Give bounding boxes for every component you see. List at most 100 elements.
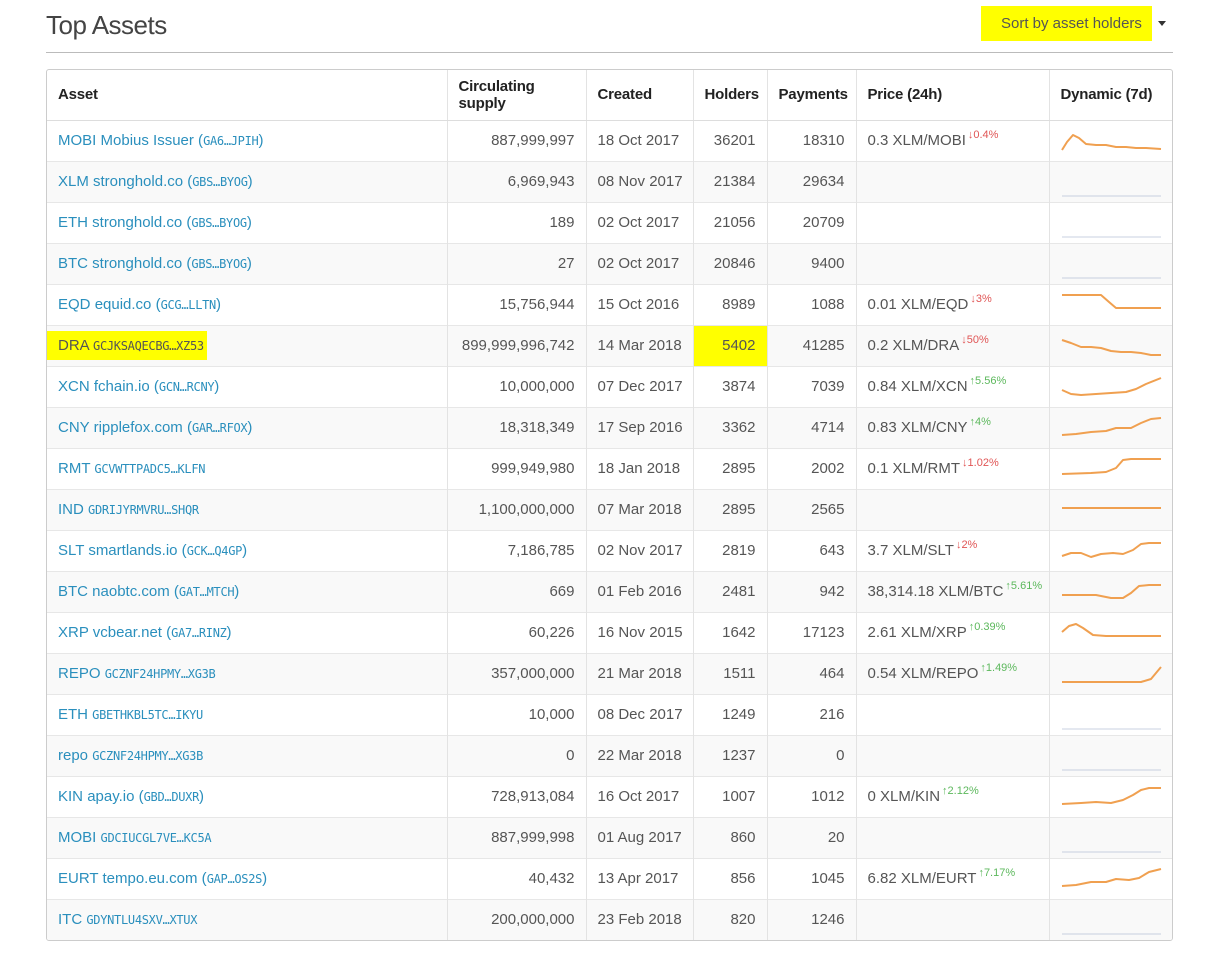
asset-code[interactable]: BTC — [58, 583, 88, 600]
asset-domain[interactable]: stronghold.co — [93, 173, 183, 190]
table-row[interactable]: BTC naobtc.com (GAT…MTCH) 669 01 Feb 2016 2… — [47, 570, 1172, 612]
table-row[interactable]: XCN fchain.io (GCN…RCNY) 10,000,000 07 Dec… — [47, 365, 1172, 407]
column-header-holders[interactable]: Holders — [693, 70, 768, 121]
asset-code[interactable]: EURT — [58, 870, 98, 887]
asset-code[interactable]: DRA — [58, 337, 89, 354]
table-row[interactable]: KIN apay.io (GBD…DUXR) 728,913,084 16 Oct … — [47, 775, 1172, 817]
column-header-created[interactable]: Created — [586, 70, 694, 121]
asset-issuer[interactable]: GAP…OS2S — [207, 872, 263, 886]
asset-link[interactable]: XLM stronghold.co (GBS…BYOG) — [58, 173, 253, 190]
asset-code[interactable]: XCN — [58, 378, 90, 395]
asset-code[interactable]: SLT — [58, 542, 84, 559]
asset-code[interactable]: REPO — [58, 665, 101, 682]
asset-domain[interactable]: smartlands.io — [88, 542, 177, 559]
asset-code[interactable]: MOBI — [58, 132, 96, 149]
asset-domain[interactable]: ripplefox.com — [94, 419, 183, 436]
asset-domain[interactable]: vcbear.net — [93, 624, 162, 641]
asset-code[interactable]: repo — [58, 747, 88, 764]
asset-code[interactable]: IND — [58, 501, 84, 518]
caret-down-icon[interactable] — [1157, 21, 1166, 26]
asset-domain[interactable]: tempo.eu.com — [102, 870, 197, 887]
asset-link[interactable]: EURT tempo.eu.com (GAP…OS2S) — [58, 870, 267, 887]
table-row[interactable]: XRP vcbear.net (GA7…RINZ) 60,226 16 Nov 20… — [47, 611, 1172, 653]
asset-issuer[interactable]: GCVWTTPADC5…KLFN — [94, 462, 205, 476]
asset-link[interactable]: XRP vcbear.net (GA7…RINZ) — [58, 624, 232, 641]
table-row[interactable]: DRA GCJKSAQECBG…XZ53 899,999,996,742 14 Ma… — [47, 324, 1172, 366]
column-header-payments[interactable]: Payments — [767, 70, 857, 121]
asset-link[interactable]: KIN apay.io (GBD…DUXR) — [58, 788, 204, 805]
asset-link[interactable]: CNY ripplefox.com (GAR…RFOX) — [58, 419, 252, 436]
table-row[interactable]: XLM stronghold.co (GBS…BYOG) 6,969,943 08 … — [47, 160, 1172, 202]
sort-dropdown[interactable]: Sort by asset holders — [981, 6, 1166, 41]
asset-issuer[interactable]: GA6…JPIH — [203, 134, 259, 148]
asset-link[interactable]: repo GCZNF24HPMY…XG3B — [58, 747, 203, 764]
table-row[interactable]: EURT tempo.eu.com (GAP…OS2S) 40,432 13 Apr… — [47, 857, 1172, 899]
asset-issuer[interactable]: GBS…BYOG — [191, 257, 247, 271]
table-row[interactable]: REPO GCZNF24HPMY…XG3B 357,000,000 21 Mar 2… — [47, 652, 1172, 694]
table-row[interactable]: ETH stronghold.co (GBS…BYOG) 189 02 Oct 20… — [47, 201, 1172, 243]
column-header-price[interactable]: Price (24h) — [856, 70, 1050, 121]
asset-link[interactable]: MOBI GDCIUCGL7VE…KC5A — [58, 829, 212, 846]
asset-link[interactable]: BTC naobtc.com (GAT…MTCH) — [58, 583, 239, 600]
asset-link[interactable]: BTC stronghold.co (GBS…BYOG) — [58, 255, 252, 272]
asset-link[interactable]: ETH GBETHKBL5TC…IKYU — [58, 706, 203, 723]
sort-button[interactable]: Sort by asset holders — [981, 6, 1152, 41]
asset-code[interactable]: KIN — [58, 788, 83, 805]
table-row[interactable]: IND GDRIJYRMVRU…SHQR 1,100,000,000 07 Mar … — [47, 488, 1172, 530]
asset-code[interactable]: BTC — [58, 255, 88, 272]
asset-issuer[interactable]: GA7…RINZ — [171, 626, 227, 640]
table-row[interactable]: RMT GCVWTTPADC5…KLFN 999,949,980 18 Jan 20… — [47, 447, 1172, 489]
asset-issuer[interactable]: GDYNTLU4SXV…XTUX — [86, 913, 197, 927]
table-row[interactable]: repo GCZNF24HPMY…XG3B 0 22 Mar 2018 1237 0 — [47, 734, 1172, 776]
asset-issuer[interactable]: GDRIJYRMVRU…SHQR — [88, 503, 199, 517]
asset-issuer[interactable]: GCK…Q4GP — [187, 544, 243, 558]
asset-issuer[interactable]: GCZNF24HPMY…XG3B — [105, 667, 216, 681]
asset-link[interactable]: REPO GCZNF24HPMY…XG3B — [58, 665, 216, 682]
asset-issuer[interactable]: GCZNF24HPMY…XG3B — [92, 749, 203, 763]
asset-domain[interactable]: naobtc.com — [92, 583, 170, 600]
table-row[interactable]: EQD equid.co (GCG…LLTN) 15,756,944 15 Oct … — [47, 283, 1172, 325]
asset-code[interactable]: CNY — [58, 419, 89, 436]
table-row[interactable]: ETH GBETHKBL5TC…IKYU 10,000 08 Dec 2017 124… — [47, 693, 1172, 735]
asset-domain[interactable]: fchain.io — [94, 378, 150, 395]
table-row[interactable]: MOBI GDCIUCGL7VE…KC5A 887,999,998 01 Aug 2… — [47, 816, 1172, 858]
asset-issuer[interactable]: GCG…LLTN — [161, 298, 217, 312]
asset-link[interactable]: XCN fchain.io (GCN…RCNY) — [58, 378, 219, 395]
asset-code[interactable]: EQD — [58, 296, 91, 313]
asset-link[interactable]: DRA GCJKSAQECBG…XZ53 — [47, 331, 207, 360]
asset-code[interactable]: XRP — [58, 624, 89, 641]
asset-issuer[interactable]: GAT…MTCH — [179, 585, 235, 599]
asset-issuer[interactable]: GCN…RCNY — [159, 380, 215, 394]
column-header-dynamic[interactable]: Dynamic (7d) — [1049, 70, 1172, 121]
asset-link[interactable]: IND GDRIJYRMVRU…SHQR — [58, 501, 199, 518]
asset-issuer[interactable]: GBS…BYOG — [191, 216, 247, 230]
asset-domain[interactable]: Mobius Issuer — [101, 132, 194, 149]
asset-issuer[interactable]: GBETHKBL5TC…IKYU — [92, 708, 203, 722]
asset-code[interactable]: RMT — [58, 460, 90, 477]
table-row[interactable]: SLT smartlands.io (GCK…Q4GP) 7,186,785 02 … — [47, 529, 1172, 571]
asset-domain[interactable]: equid.co — [95, 296, 152, 313]
column-header-supply[interactable]: Circulating supply — [447, 70, 587, 121]
asset-domain[interactable]: stronghold.co — [92, 255, 182, 272]
asset-code[interactable]: MOBI — [58, 829, 96, 846]
table-row[interactable]: CNY ripplefox.com (GAR…RFOX) 18,318,349 17… — [47, 406, 1172, 448]
asset-code[interactable]: XLM — [58, 173, 89, 190]
asset-code[interactable]: ETH — [58, 706, 88, 723]
asset-domain[interactable]: stronghold.co — [92, 214, 182, 231]
asset-link[interactable]: EQD equid.co (GCG…LLTN) — [58, 296, 221, 313]
table-row[interactable]: ITC GDYNTLU4SXV…XTUX 200,000,000 23 Feb 20… — [47, 898, 1172, 940]
asset-link[interactable]: MOBI Mobius Issuer (GA6…JPIH) — [58, 132, 263, 149]
asset-issuer[interactable]: GDCIUCGL7VE…KC5A — [101, 831, 212, 845]
table-row[interactable]: BTC stronghold.co (GBS…BYOG) 27 02 Oct 201… — [47, 242, 1172, 284]
table-row[interactable]: MOBI Mobius Issuer (GA6…JPIH) 887,999,997… — [47, 119, 1172, 161]
asset-code[interactable]: ITC — [58, 911, 82, 928]
asset-link[interactable]: SLT smartlands.io (GCK…Q4GP) — [58, 542, 247, 559]
asset-issuer[interactable]: GCJKSAQECBG…XZ53 — [93, 339, 204, 353]
asset-issuer[interactable]: GAR…RFOX — [192, 421, 248, 435]
asset-domain[interactable]: apay.io — [87, 788, 134, 805]
asset-issuer[interactable]: GBS…BYOG — [192, 175, 248, 189]
column-header-asset[interactable]: Asset — [47, 70, 448, 121]
asset-link[interactable]: ETH stronghold.co (GBS…BYOG) — [58, 214, 252, 231]
asset-issuer[interactable]: GBD…DUXR — [144, 790, 200, 804]
asset-link[interactable]: ITC GDYNTLU4SXV…XTUX — [58, 911, 197, 928]
